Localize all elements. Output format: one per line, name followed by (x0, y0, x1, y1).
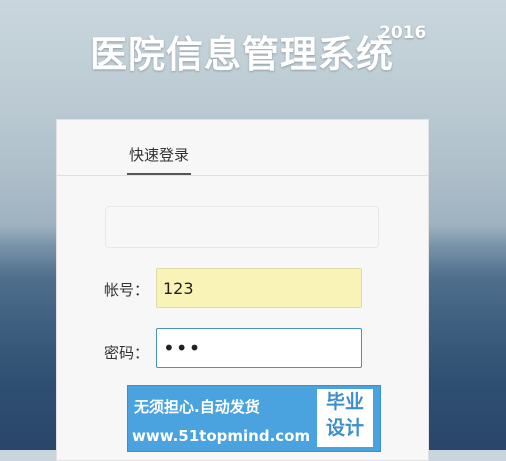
app-title: 医院信息管理系统 (90, 33, 394, 76)
app-year: 2016 (379, 23, 427, 43)
ad-badge-line1: 毕业 (325, 391, 364, 413)
password-label: 密码： (104, 344, 150, 362)
tab-quick-login[interactable]: 快速登录 (127, 144, 191, 175)
password-input[interactable] (156, 328, 362, 368)
ad-slogan: 无须担心.自动发货 (134, 398, 260, 416)
ad-url: www.51topmind.com (132, 427, 311, 445)
login-message-box (105, 206, 379, 248)
ad-banner[interactable]: 无须担心.自动发货 www.51topmind.com 毕业 设计 (127, 385, 381, 452)
account-input[interactable] (156, 268, 362, 308)
ad-badge: 毕业 设计 (317, 389, 373, 447)
ad-badge-line2: 设计 (325, 417, 364, 439)
account-label: 帐号： (104, 281, 150, 299)
login-tab-bar: 快速登录 (57, 120, 428, 176)
